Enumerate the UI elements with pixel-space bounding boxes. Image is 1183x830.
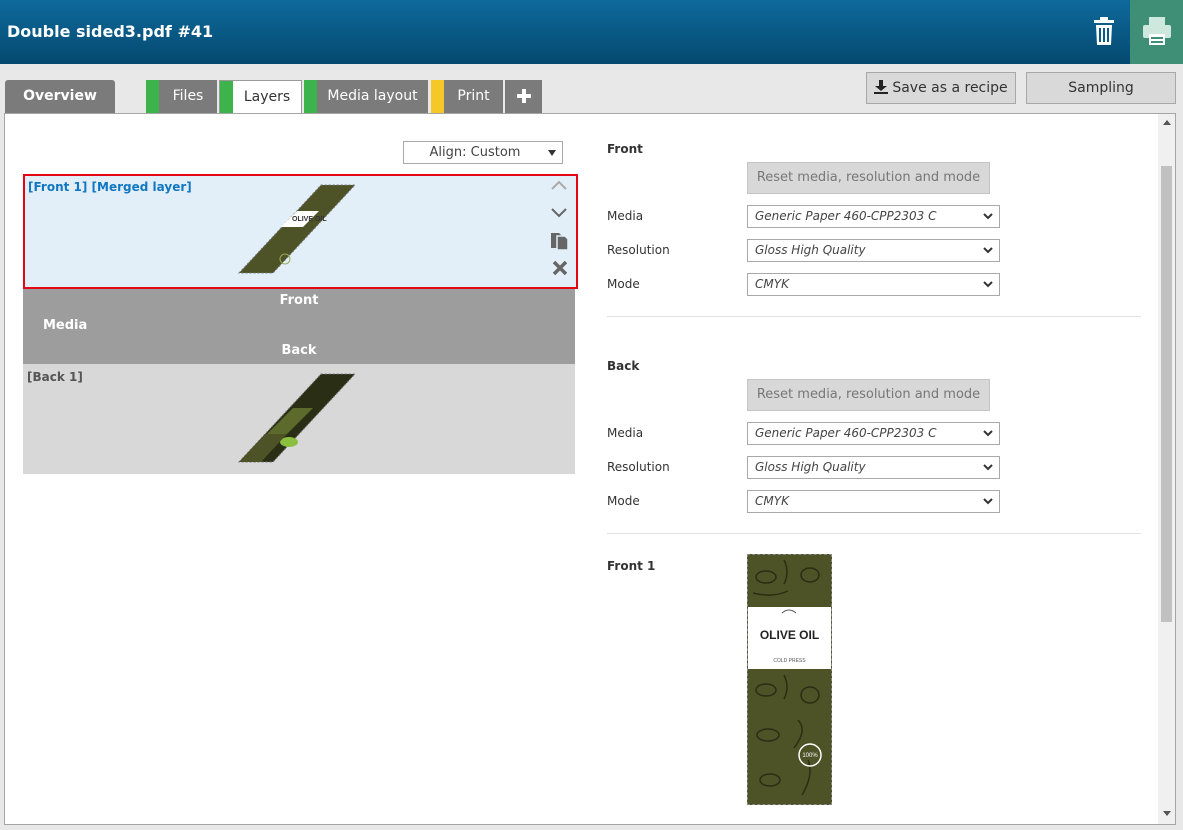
align-value: Align: Custom	[429, 145, 521, 160]
front-media-value: Generic Paper 460-CPP2303 C	[755, 209, 937, 223]
tab-add[interactable]	[505, 80, 542, 113]
chevron-down-icon	[983, 464, 993, 471]
scroll-up-icon[interactable]	[1163, 120, 1171, 125]
tab-layers[interactable]: Layers	[219, 80, 302, 114]
duplicate-icon[interactable]	[550, 231, 570, 251]
tab-overview[interactable]: Overview	[5, 80, 115, 113]
front-mode-label: Mode	[607, 277, 640, 291]
divider	[607, 316, 1141, 317]
chevron-down-icon	[983, 213, 993, 220]
move-up-icon[interactable]	[550, 179, 568, 191]
back-resolution-label: Resolution	[607, 460, 670, 474]
plus-icon	[516, 89, 531, 103]
chevron-down-icon	[983, 430, 993, 437]
window-title: Double sided3.pdf #41	[7, 22, 214, 41]
front-mode-select[interactable]: CMYK	[747, 273, 1000, 296]
printer-icon	[1143, 17, 1171, 45]
caret-down-icon	[548, 150, 556, 156]
mediabar-front: Front	[279, 293, 319, 308]
media-bar: Front Media Back	[23, 289, 575, 364]
back-mode-value: CMYK	[755, 494, 789, 508]
front-heading: Front	[607, 142, 643, 156]
trash-icon[interactable]	[1088, 16, 1120, 48]
layer-front-label: [Front 1] [Merged layer]	[28, 180, 192, 194]
back-media-select[interactable]: Generic Paper 460-CPP2303 C	[747, 422, 1000, 445]
print-button[interactable]	[1130, 0, 1183, 64]
download-icon	[874, 80, 889, 94]
scrollbar-thumb[interactable]	[1161, 166, 1172, 622]
sampling-button[interactable]: Sampling	[1026, 72, 1176, 104]
front1-preview-image: OLIVE OIL COLD PRESS 100%	[747, 554, 832, 805]
preview-subtitle: COLD PRESS	[773, 658, 806, 664]
delete-layer-icon[interactable]	[552, 260, 568, 276]
layer-front-1[interactable]: [Front 1] [Merged layer] OLIVE OIL	[23, 174, 578, 289]
layer-back-label: [Back 1]	[27, 370, 83, 384]
mediabar-back: Back	[281, 343, 317, 358]
front-mode-value: CMYK	[755, 277, 789, 291]
layer-front-thumbnail: OLIVE OIL	[237, 184, 357, 274]
front-resolution-label: Resolution	[607, 243, 670, 257]
back-reset-button[interactable]: Reset media, resolution and mode	[747, 379, 990, 411]
front-reset-button[interactable]: Reset media, resolution and mode	[747, 162, 990, 194]
back-heading: Back	[607, 359, 640, 373]
save-recipe-label: Save as a recipe	[892, 80, 1008, 96]
move-down-icon[interactable]	[550, 207, 568, 219]
tab-media-layout[interactable]: Media layout	[304, 80, 428, 113]
scroll-down-icon[interactable]	[1163, 811, 1171, 816]
tab-print[interactable]: Print	[431, 80, 503, 113]
back-media-label: Media	[607, 426, 644, 440]
front-resolution-select[interactable]: Gloss High Quality	[747, 239, 1000, 262]
title-bar: Double sided3.pdf #41	[0, 0, 1183, 64]
vertical-scrollbar[interactable]	[1158, 114, 1175, 824]
back-mode-select[interactable]: CMYK	[747, 490, 1000, 513]
chevron-down-icon	[983, 281, 993, 288]
align-select[interactable]: Align: Custom	[403, 141, 563, 164]
front-media-select[interactable]: Generic Paper 460-CPP2303 C	[747, 205, 1000, 228]
layers-panel: Align: Custom [Front 1] [Merged layer] O…	[4, 113, 1176, 825]
save-as-recipe-button[interactable]: Save as a recipe	[866, 72, 1016, 104]
back-resolution-select[interactable]: Gloss High Quality	[747, 456, 1000, 479]
front-media-label: Media	[607, 209, 644, 223]
thumb-brand-text: OLIVE OIL	[292, 216, 327, 223]
divider	[607, 533, 1141, 534]
tab-files[interactable]: Files	[146, 80, 217, 113]
preview-title: OLIVE OIL	[760, 628, 819, 642]
preview-badge: 100%	[802, 753, 818, 759]
front-resolution-value: Gloss High Quality	[755, 243, 866, 257]
back-media-value: Generic Paper 460-CPP2303 C	[755, 426, 937, 440]
mediabar-media: Media	[43, 318, 88, 333]
chevron-down-icon	[983, 247, 993, 254]
chevron-down-icon	[983, 498, 993, 505]
back-resolution-value: Gloss High Quality	[755, 460, 866, 474]
front1-heading: Front 1	[607, 559, 656, 573]
back-mode-label: Mode	[607, 494, 640, 508]
layer-back-1[interactable]: [Back 1]	[23, 364, 575, 474]
layer-back-thumbnail	[237, 373, 357, 463]
